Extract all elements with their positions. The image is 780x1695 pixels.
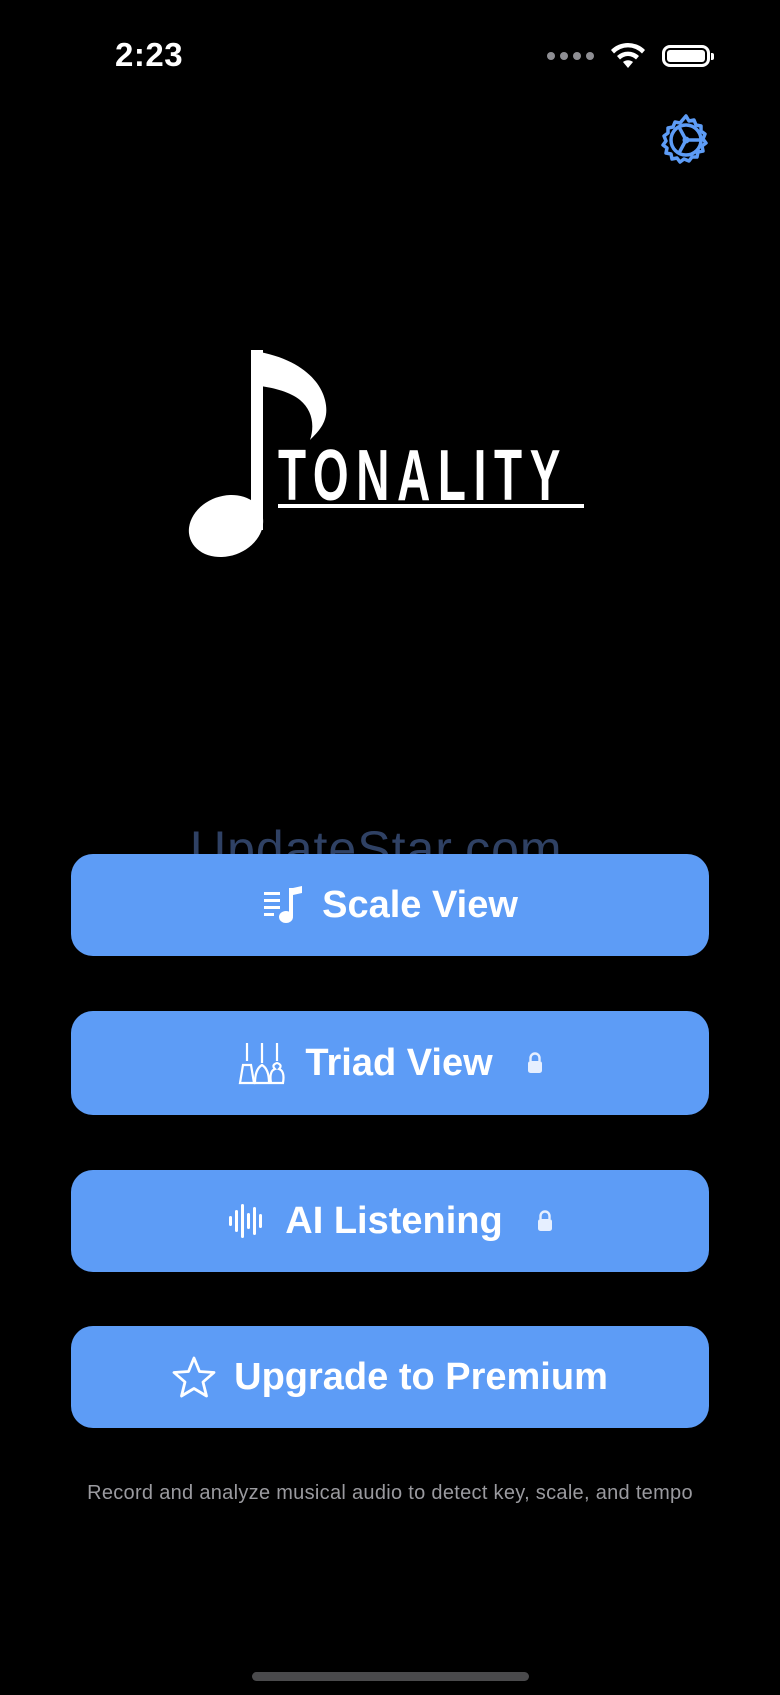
guitars-icon (237, 1041, 287, 1085)
triad-view-label: Triad View (305, 1041, 493, 1084)
app-logo: TONALITY (180, 340, 600, 570)
footer-caption: Record and analyze musical audio to dete… (87, 1482, 693, 1504)
cellular-signal-icon (547, 52, 594, 60)
status-time: 2:23 (115, 36, 184, 73)
scale-view-button[interactable]: Scale View (71, 854, 709, 956)
home-indicator[interactable] (252, 1672, 529, 1681)
waveform-icon (227, 1201, 267, 1241)
ai-listening-button[interactable]: AI Listening (71, 1170, 709, 1272)
wifi-icon (611, 42, 645, 68)
music-list-icon (262, 884, 304, 926)
scale-view-label: Scale View (322, 883, 518, 926)
star-icon (172, 1355, 216, 1399)
status-bar: 2:23 (0, 0, 780, 110)
upgrade-premium-button[interactable]: Upgrade to Premium (71, 1326, 709, 1428)
triad-view-button[interactable]: Triad View (71, 1011, 709, 1115)
gear-icon (661, 114, 708, 164)
battery-icon (662, 45, 714, 67)
music-note-logo: TONALITY (188, 350, 584, 558)
settings-button[interactable] (658, 112, 714, 168)
upgrade-premium-label: Upgrade to Premium (234, 1355, 608, 1398)
ai-listening-label: AI Listening (285, 1199, 503, 1242)
status-icons (547, 42, 714, 70)
lock-icon (527, 1052, 543, 1074)
lock-icon (537, 1210, 553, 1232)
